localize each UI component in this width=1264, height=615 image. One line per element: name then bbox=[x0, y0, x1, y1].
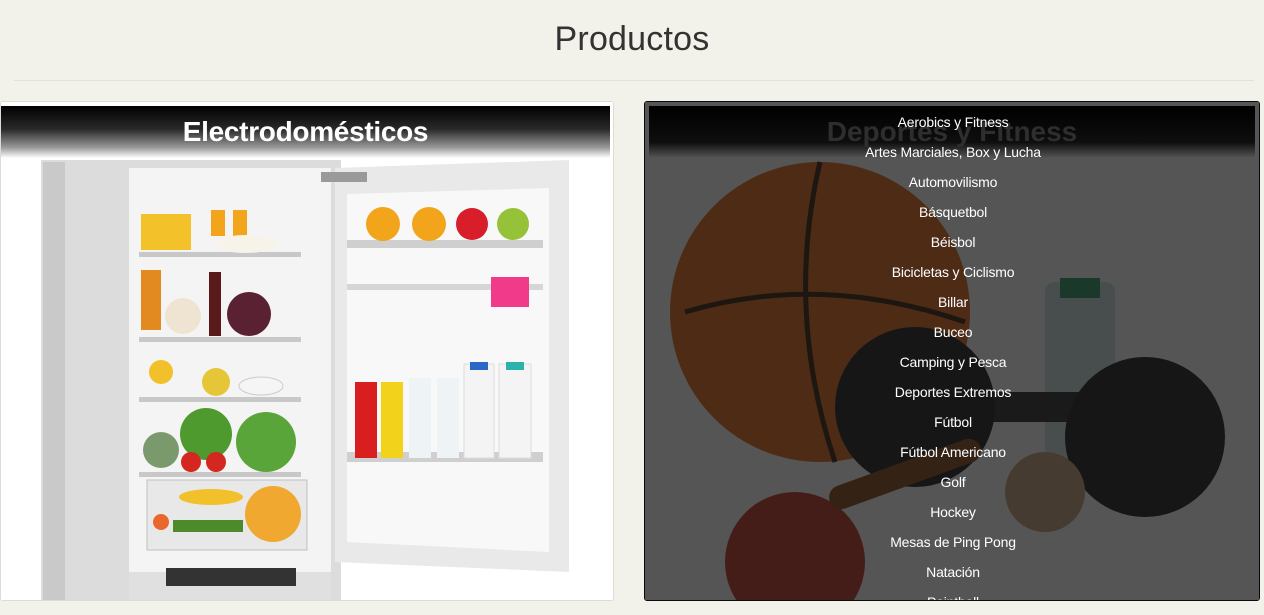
sports-subcategory-link[interactable]: Béisbol bbox=[931, 234, 976, 250]
sports-subcategory-link[interactable]: Automovilismo bbox=[909, 174, 998, 190]
sports-subcategory-item[interactable]: Automovilismo bbox=[645, 170, 1259, 200]
sports-subcategory-item[interactable]: Bicicletas y Ciclismo bbox=[645, 260, 1259, 290]
sports-subcategory-item[interactable]: Aerobics y Fitness bbox=[645, 110, 1259, 140]
sports-subcategory-link[interactable]: Mesas de Ping Pong bbox=[890, 534, 1016, 550]
sports-subcategory-item[interactable]: Básquetbol bbox=[645, 200, 1259, 230]
sports-subcategory-list: Aerobics y Fitness Artes Marciales, Box y… bbox=[645, 110, 1259, 600]
sports-subcategory-link[interactable]: Billar bbox=[938, 294, 968, 310]
sports-subcategory-link[interactable]: Paintball bbox=[927, 594, 979, 600]
sports-subcategory-item[interactable]: Béisbol bbox=[645, 230, 1259, 260]
sports-subcategory-link[interactable]: Deportes Extremos bbox=[895, 384, 1012, 400]
sports-subcategory-item[interactable]: Deportes Extremos bbox=[645, 380, 1259, 410]
sports-subcategory-link[interactable]: Artes Marciales, Box y Lucha bbox=[865, 144, 1041, 160]
sports-subcategory-link[interactable]: Buceo bbox=[934, 324, 973, 340]
sports-subcategory-item[interactable]: Golf bbox=[645, 470, 1259, 500]
sports-subcategory-item[interactable]: Fútbol bbox=[645, 410, 1259, 440]
sports-subcategory-item[interactable]: Billar bbox=[645, 290, 1259, 320]
category-card-appliances[interactable]: Electrodomésticos bbox=[0, 101, 614, 601]
category-card-sports[interactable]: Deportes y Fitness Aerobics y Fitness Art… bbox=[644, 101, 1260, 601]
sports-subcategory-link[interactable]: Golf bbox=[941, 474, 966, 490]
sports-subcategory-item[interactable]: Camping y Pesca bbox=[645, 350, 1259, 380]
title-divider bbox=[14, 80, 1254, 81]
refrigerator-image bbox=[1, 102, 613, 600]
sports-subcategory-link[interactable]: Camping y Pesca bbox=[900, 354, 1007, 370]
sports-subcategory-item[interactable]: Mesas de Ping Pong bbox=[645, 530, 1259, 560]
appliances-card-header: Electrodomésticos bbox=[1, 106, 610, 158]
sports-subcategory-link[interactable]: Natación bbox=[926, 564, 980, 580]
appliances-card-title: Electrodomésticos bbox=[182, 116, 429, 147]
page-title: Productos bbox=[554, 20, 710, 58]
sports-subcategory-item[interactable]: Artes Marciales, Box y Lucha bbox=[645, 140, 1259, 170]
sports-subcategory-link[interactable]: Aerobics y Fitness bbox=[898, 114, 1009, 130]
sports-subcategory-link[interactable]: Básquetbol bbox=[919, 204, 987, 220]
sports-subcategory-item[interactable]: Buceo bbox=[645, 320, 1259, 350]
sports-subcategory-link[interactable]: Hockey bbox=[930, 504, 976, 520]
sports-subcategory-item[interactable]: Natación bbox=[645, 560, 1259, 590]
sports-subcategory-item[interactable]: Hockey bbox=[645, 500, 1259, 530]
sports-subcategory-item[interactable]: Paintball bbox=[645, 590, 1259, 600]
products-page: Productos Electrodomésticos Deportes y F… bbox=[0, 0, 1264, 615]
sports-subcategory-link[interactable]: Bicicletas y Ciclismo bbox=[892, 264, 1015, 280]
sports-subcategory-link[interactable]: Fútbol Americano bbox=[900, 444, 1006, 460]
sports-subcategory-link[interactable]: Fútbol bbox=[934, 414, 972, 430]
sports-subcategory-item[interactable]: Fútbol Americano bbox=[645, 440, 1259, 470]
